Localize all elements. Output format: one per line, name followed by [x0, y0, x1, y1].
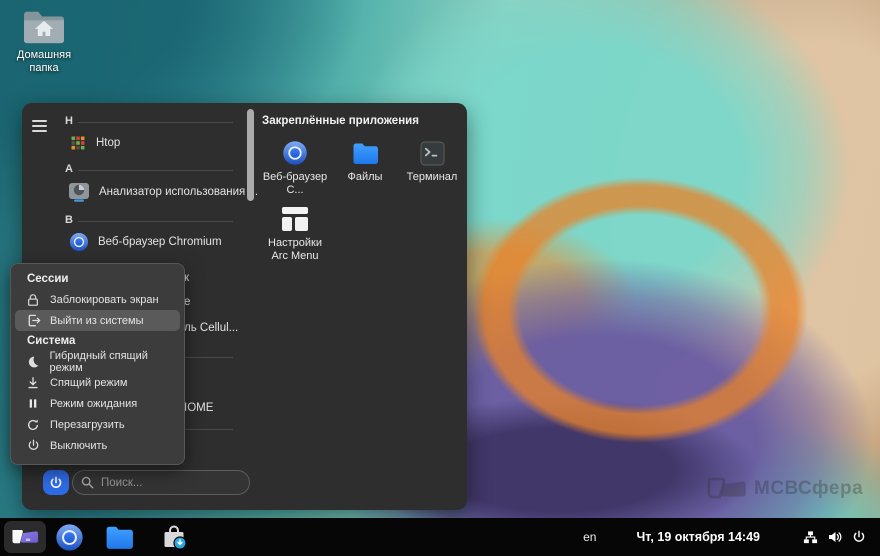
section-divider — [78, 122, 233, 123]
menu-item-label: Заблокировать экран — [50, 294, 159, 306]
hamburger-menu-button[interactable] — [32, 117, 52, 135]
desktop: Домашняя папка ∞ МСВСфера H Htop A — [0, 0, 880, 556]
search-input[interactable] — [72, 470, 250, 495]
network-icon[interactable] — [803, 530, 818, 545]
menu-item-label: Гибридный спящий режим — [50, 350, 181, 374]
chromium-icon — [69, 232, 89, 252]
volume-icon[interactable] — [827, 529, 843, 545]
chromium-icon — [282, 140, 308, 166]
clock[interactable]: Чт, 19 октября 14:49 — [636, 530, 760, 544]
menu-item-label: Спящий режим — [50, 377, 127, 389]
taskbar-files-button[interactable] — [105, 525, 134, 549]
menu-item-suspend[interactable]: Спящий режим — [15, 372, 180, 393]
submenu-header-system: Система — [11, 331, 184, 351]
lock-icon — [25, 293, 41, 307]
moon-icon — [25, 355, 41, 369]
section-letter: A — [65, 163, 73, 175]
pinned-app-terminal[interactable]: Терминал — [397, 139, 467, 184]
app-item-disk-analyzer[interactable]: Анализатор использования ... — [68, 182, 258, 202]
menu-item-standby[interactable]: Режим ожидания — [15, 393, 180, 414]
pinned-apps-header: Закреплённые приложения — [262, 115, 419, 127]
menu-item-label: Режим ожидания — [50, 398, 137, 410]
msvsphere-logo-icon: ∞ — [704, 474, 750, 504]
menu-item-lock-screen[interactable]: Заблокировать экран — [15, 289, 180, 310]
restart-icon — [25, 418, 41, 432]
desktop-icon-home-folder[interactable]: Домашняя папка — [8, 8, 80, 75]
pause-icon — [25, 397, 41, 410]
watermark-text: МСВСфера — [754, 478, 863, 500]
taskbar-status-area: en Чт, 19 октября 14:49 — [583, 529, 880, 545]
menu-item-hybrid-sleep[interactable]: Гибридный спящий режим — [15, 351, 180, 372]
power-icon[interactable] — [852, 530, 866, 544]
home-folder-icon — [21, 8, 67, 46]
software-center-icon — [160, 523, 188, 551]
suspend-icon — [25, 376, 41, 390]
chromium-icon — [55, 523, 84, 552]
section-letter: B — [65, 214, 73, 226]
power-icon — [25, 439, 41, 452]
app-item-obscured[interactable]: ль Cellul... — [184, 322, 238, 334]
desktop-icon-label: Домашняя папка — [8, 49, 80, 75]
power-options-button[interactable] — [43, 470, 69, 495]
taskbar: ∞ en Чт, 19 октября 14:49 — [0, 518, 880, 556]
arc-menu-settings-icon — [282, 207, 308, 231]
menu-item-label: Выйти из системы — [50, 315, 144, 327]
app-item-label: Htop — [96, 137, 120, 149]
msvsphere-logo-icon: ∞ — [9, 525, 41, 549]
files-folder-icon — [105, 525, 134, 549]
pinned-app-files[interactable]: Файлы — [330, 139, 400, 184]
pinned-app-arcmenu-settings[interactable]: Настройки Arc Menu — [260, 205, 330, 263]
section-letter: H — [65, 115, 73, 127]
watermark: ∞ МСВСфера — [704, 474, 863, 504]
search-field — [72, 470, 250, 495]
app-item-label: Анализатор использования ... — [99, 186, 258, 198]
arc-menu-taskbar-button[interactable]: ∞ — [4, 521, 46, 553]
terminal-icon — [420, 141, 445, 166]
app-item-chromium[interactable]: Веб-браузер Chromium — [69, 232, 222, 252]
power-icon — [49, 476, 63, 490]
app-item-obscured[interactable]: IOME — [184, 402, 213, 414]
app-list-scrollbar[interactable] — [247, 109, 254, 201]
pinned-app-label: Веб-браузер C... — [260, 171, 330, 197]
menu-item-shutdown[interactable]: Выключить — [15, 435, 180, 456]
taskbar-software-center-button[interactable] — [160, 523, 188, 551]
pinned-app-label: Терминал — [407, 171, 458, 184]
disk-analyzer-icon — [68, 182, 90, 202]
menu-item-label: Перезагрузить — [50, 419, 125, 431]
svg-text:∞: ∞ — [728, 488, 734, 497]
menu-item-restart[interactable]: Перезагрузить — [15, 414, 180, 435]
svg-text:∞: ∞ — [26, 537, 31, 544]
menu-item-label: Выключить — [50, 440, 107, 452]
pinned-app-chromium[interactable]: Веб-браузер C... — [260, 139, 330, 197]
menu-item-logout[interactable]: Выйти из системы — [15, 310, 180, 331]
files-folder-icon — [352, 142, 379, 164]
taskbar-chromium-button[interactable] — [55, 523, 84, 552]
pinned-app-label: Файлы — [348, 171, 383, 184]
section-divider — [78, 221, 233, 222]
app-item-htop[interactable]: Htop — [69, 134, 120, 152]
htop-icon — [69, 134, 87, 152]
language-indicator[interactable]: en — [583, 530, 596, 544]
section-divider — [78, 170, 233, 171]
submenu-header-sessions: Сессии — [11, 269, 184, 289]
app-item-label: Веб-браузер Chromium — [98, 236, 222, 248]
pinned-app-label: Настройки Arc Menu — [260, 237, 330, 263]
session-submenu: Сессии Заблокировать экран Выйти из сист… — [10, 263, 185, 465]
logout-icon — [25, 313, 41, 328]
